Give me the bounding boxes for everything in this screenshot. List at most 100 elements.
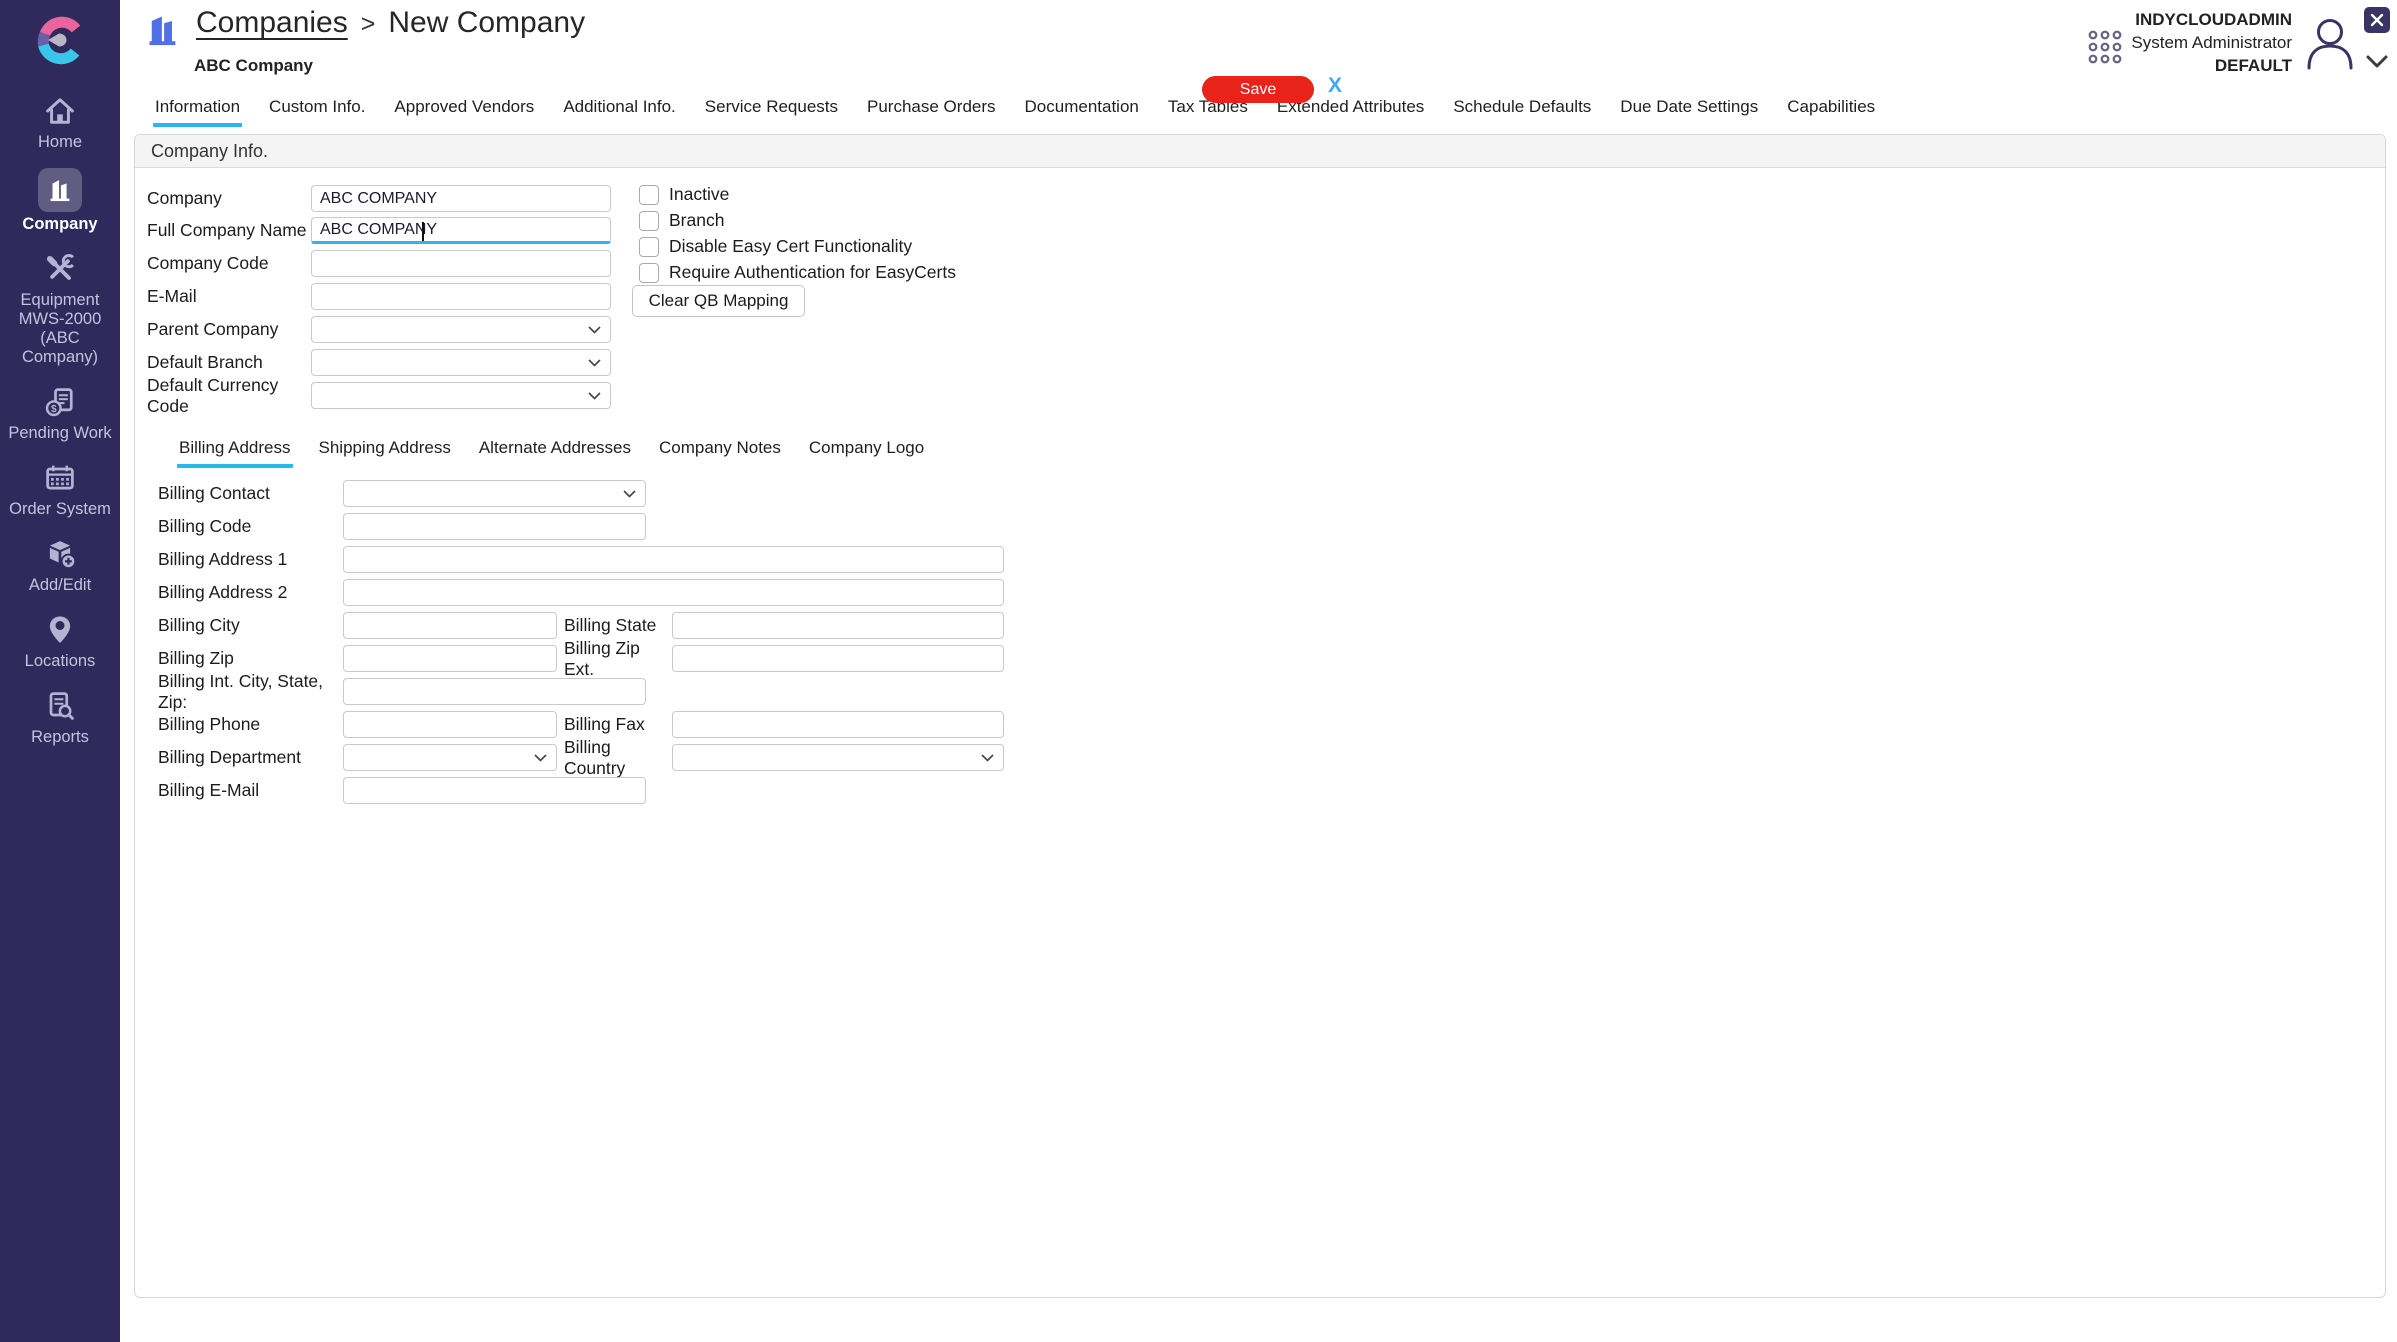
email-input[interactable] [311,283,611,310]
sidebar-item-reports[interactable]: Reports [0,687,120,747]
form-row: Company [147,185,611,212]
text-caret [422,222,424,241]
billing-address-1-input[interactable] [343,546,1004,573]
apps-grid-icon[interactable] [2086,28,2124,66]
sidebar-item-add-edit[interactable]: Add/Edit [0,535,120,595]
tab-documentation[interactable]: Documentation [1023,97,1141,127]
billing-zip-ext-input[interactable] [672,645,1004,672]
form-row: Billing Zip Billing Zip Ext. [158,645,1004,672]
billing-address-2-input[interactable] [343,579,1004,606]
user-menu-chevron-icon[interactable] [2363,52,2391,72]
box-plus-icon [42,535,78,573]
field-label: Billing State [564,615,672,636]
default-branch-dropdown[interactable] [311,349,611,376]
billing-department-dropdown[interactable] [343,744,557,771]
billing-int-city-state-zip-input[interactable] [343,678,646,705]
cancel-x-button[interactable]: X [1328,74,1342,98]
save-button[interactable]: Save [1202,76,1314,103]
sidebar-item-label: Equipment MWS-2000 (ABC Company) [0,291,120,367]
username: INDYCLOUDADMIN [2131,8,2292,31]
chevron-down-icon [981,754,994,762]
window-close-button[interactable] [2364,7,2390,33]
billing-city-input[interactable] [343,612,557,639]
field-label: Billing Address 1 [158,549,343,570]
checkbox-icon [639,263,659,283]
chevron-down-icon [588,359,601,367]
tab-service-requests[interactable]: Service Requests [703,97,840,127]
form-row: E-Mail [147,283,611,310]
chevron-down-icon [588,392,601,400]
chevron-down-icon [534,754,547,762]
billing-country-dropdown[interactable] [672,744,1004,771]
breadcrumb-separator: > [361,10,376,39]
tab-company-notes[interactable]: Company Notes [657,438,783,468]
tab-approved-vendors[interactable]: Approved Vendors [392,97,536,127]
company-input[interactable] [311,185,611,212]
form-row: Billing Contact [158,480,646,507]
field-label: Billing Phone [158,714,343,735]
app-logo-icon[interactable] [34,14,86,66]
billing-zip-input[interactable] [343,645,557,672]
field-label: Billing Contact [158,483,343,504]
sidebar-item-equipment[interactable]: Equipment MWS-2000 (ABC Company) [0,250,120,367]
form-row: Full Company Name [147,217,611,244]
billing-state-input[interactable] [672,612,1004,639]
full-company-name-input[interactable] [311,217,611,244]
field-label: Parent Company [147,319,311,340]
tab-due-date-settings[interactable]: Due Date Settings [1618,97,1760,127]
field-label: E-Mail [147,286,311,307]
form-row: Billing E-Mail [158,777,646,804]
sidebar: Home Company Equipment [0,0,120,1342]
checkbox-disable-easy-cert[interactable]: Disable Easy Cert Functionality [639,236,912,257]
field-label: Billing Fax [564,714,672,735]
breadcrumb-companies-link[interactable]: Companies [196,6,348,40]
field-label: Company Code [147,253,311,274]
checkbox-icon [639,237,659,257]
tab-schedule-defaults[interactable]: Schedule Defaults [1451,97,1593,127]
field-label: Billing Code [158,516,343,537]
tab-additional-info[interactable]: Additional Info. [561,97,677,127]
sidebar-item-label: Order System [9,500,111,519]
billing-email-input[interactable] [343,777,646,804]
company-icon [38,168,82,212]
user-profile: DEFAULT [2131,54,2292,77]
billing-fax-input[interactable] [672,711,1004,738]
tab-information[interactable]: Information [153,97,242,127]
sidebar-item-pending-work[interactable]: $ Pending Work [0,383,120,443]
sidebar-item-home[interactable]: Home [0,92,120,152]
tab-shipping-address[interactable]: Shipping Address [317,438,453,468]
parent-company-dropdown[interactable] [311,316,611,343]
sidebar-item-label: Pending Work [8,424,111,443]
companies-building-icon [145,10,181,50]
billing-code-input[interactable] [343,513,646,540]
sidebar-item-locations[interactable]: Locations [0,611,120,671]
calendar-icon [42,459,78,497]
form-row: Billing Department Billing Country [158,744,1004,771]
tab-capabilities[interactable]: Capabilities [1785,97,1877,127]
sidebar-item-company[interactable]: Company [0,168,120,234]
default-currency-code-dropdown[interactable] [311,382,611,409]
form-row: Parent Company [147,316,611,343]
tab-purchase-orders[interactable]: Purchase Orders [865,97,998,127]
billing-contact-dropdown[interactable] [343,480,646,507]
checkbox-inactive[interactable]: Inactive [639,184,729,205]
company-code-input[interactable] [311,250,611,277]
app-window: Home Company Equipment [0,0,2397,1342]
field-label: Billing City [158,615,343,636]
panel-title: Company Info. [135,135,2385,168]
billing-phone-input[interactable] [343,711,557,738]
checkbox-branch[interactable]: Branch [639,210,724,231]
tab-billing-address[interactable]: Billing Address [177,438,293,468]
form-row: Company Code [147,250,611,277]
form-row: Billing City Billing State [158,612,1004,639]
address-tab-bar: Billing Address Shipping Address Alterna… [177,438,926,468]
avatar-icon[interactable] [2301,12,2359,72]
field-label: Full Company Name [147,220,311,241]
tab-custom-info[interactable]: Custom Info. [267,97,367,127]
checkbox-label: Require Authentication for EasyCerts [669,262,956,283]
checkbox-require-auth-easycerts[interactable]: Require Authentication for EasyCerts [639,262,956,283]
sidebar-item-order-system[interactable]: Order System [0,459,120,519]
tab-alternate-addresses[interactable]: Alternate Addresses [477,438,633,468]
clear-qb-mapping-button[interactable]: Clear QB Mapping [632,285,805,317]
tab-company-logo[interactable]: Company Logo [807,438,926,468]
